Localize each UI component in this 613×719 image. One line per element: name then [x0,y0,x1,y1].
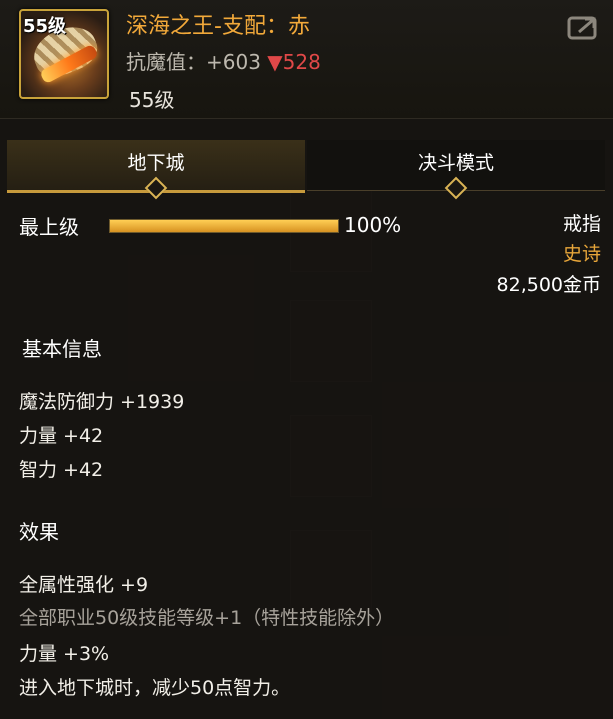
mode-tabs: 地下城 决斗模式 [7,140,607,200]
item-name: 深海之王-支配：赤 [126,14,310,39]
grade-label: 最上级 [19,215,79,239]
required-level: 55级 [129,88,175,112]
tab-pvp-label: 决斗模式 [417,152,494,174]
resist-row: 抗魔值：+603 ▼528 [126,46,321,75]
effect-line: 进入地下城时，减少50点智力。 [19,677,291,699]
item-level-badge: 55级 [23,16,67,37]
grade-percent: 100% [344,213,402,237]
tab-dungeon[interactable]: 地下城 [7,140,305,200]
resist-label: 抗魔值： [126,50,206,74]
tab-dungeon-label: 地下城 [127,152,185,174]
share-icon[interactable] [567,12,601,42]
item-price: 82,500金币 [496,274,601,296]
item-tooltip: 55级 深海之王-支配：赤 抗魔值：+603 ▼528 55级 地下城 决斗模式… [0,0,613,719]
grade-progress-fill [110,220,338,232]
resist-delta: ▼528 [267,50,321,74]
effects-title: 效果 [19,520,59,544]
effect-line: 力量 +3% [19,643,110,665]
effect-line: 全属性强化 +9 [19,574,149,596]
stat-line: 智力 +42 [19,459,104,481]
basic-info-title: 基本信息 [22,337,102,361]
stat-line: 力量 +42 [19,425,104,447]
item-type: 戒指 [562,213,601,235]
tooltip-header: 55级 深海之王-支配：赤 抗魔值：+603 ▼528 55级 [0,0,613,119]
grade-progress-bar [109,219,339,233]
effect-line: 全部职业50级技能等级+1（特性技能除外） [19,607,395,629]
tab-pvp[interactable]: 决斗模式 [307,140,605,200]
ring-item-icon: 55级 [19,9,109,99]
diamond-icon [144,176,168,200]
item-rarity: 史诗 [562,243,601,265]
diamond-icon [444,176,468,200]
stat-line: 魔法防御力 +1939 [19,391,185,413]
resist-value: +603 [206,50,261,74]
